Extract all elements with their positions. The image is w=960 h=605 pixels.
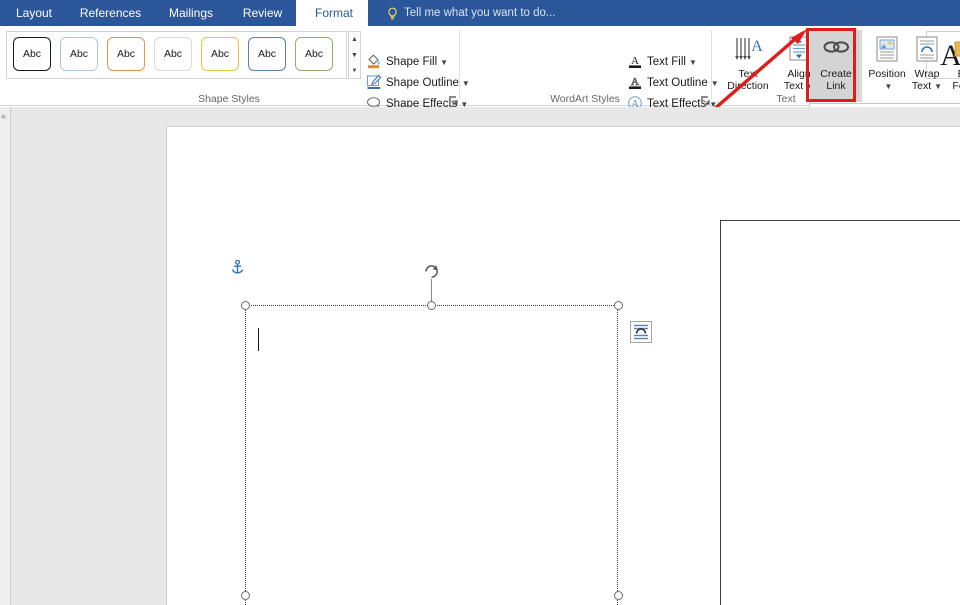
- text-fill-icon: A: [627, 53, 643, 69]
- handle-top-center[interactable]: [427, 301, 436, 310]
- text-direction-label: Text Direction: [727, 68, 769, 92]
- tab-layout[interactable]: Layout: [0, 0, 68, 26]
- wrap-text-icon: [911, 34, 943, 66]
- bring-forward-button[interactable]: Brin Forwa: [943, 30, 960, 102]
- text-direction-icon: A: [732, 34, 764, 66]
- shape-gallery-scrollbar[interactable]: ▲ ▼ ▼: [348, 31, 361, 79]
- text-outline-label: Text Outline: [647, 77, 708, 89]
- tell-me-search[interactable]: Tell me what you want to do...: [386, 0, 556, 26]
- object-anchor-icon: [231, 259, 244, 275]
- wordart-styles-dialog-launcher[interactable]: [700, 93, 711, 105]
- create-link-label: Create Link: [820, 68, 852, 92]
- chain-link-icon: [820, 34, 852, 66]
- position-icon: [871, 34, 903, 66]
- bring-forward-icon: [951, 34, 960, 66]
- shape-style-3[interactable]: Abc: [154, 37, 192, 71]
- document-page[interactable]: [167, 127, 960, 605]
- rotate-handle[interactable]: [423, 262, 440, 279]
- group-text: A Text Direction Align Text Create Link …: [712, 26, 862, 106]
- tab-references[interactable]: References: [68, 0, 153, 26]
- tab-format-active[interactable]: Format: [300, 0, 368, 26]
- pen-outline-icon: [366, 74, 382, 90]
- text-fill-button[interactable]: A Text Fill ▼: [627, 52, 697, 72]
- collapse-pane-chevron-icon[interactable]: «: [1, 111, 6, 121]
- wrap-text-caret-icon[interactable]: ▼: [934, 82, 942, 91]
- word-window: Layout References Mailings Review View F…: [0, 0, 960, 605]
- shape-style-5[interactable]: Abc: [248, 37, 286, 71]
- shape-style-4[interactable]: Abc: [201, 37, 239, 71]
- group-label-shape-styles: Shape Styles: [198, 93, 260, 105]
- shape-fill-label: Shape Fill: [386, 56, 438, 68]
- text-direction-button[interactable]: A Text Direction: [724, 30, 772, 102]
- group-label-wordart-styles: WordArt Styles: [550, 93, 620, 105]
- handle-top-left[interactable]: [241, 301, 250, 310]
- tab-review[interactable]: Review: [229, 0, 296, 26]
- left-rail: «: [0, 107, 11, 605]
- text-insertion-caret: [258, 328, 259, 351]
- text-outline-button[interactable]: A Text Outline ▼: [627, 73, 719, 93]
- svg-text:A: A: [631, 55, 639, 67]
- text-fill-caret-icon[interactable]: ▼: [689, 58, 697, 67]
- ribbon: Abc Abc Abc Abc Abc Abc Abc ▲ ▼ ▼ Shape …: [0, 26, 960, 110]
- text-fill-label: Text Fill: [647, 56, 686, 68]
- tell-me-label: Tell me what you want to do...: [404, 7, 556, 19]
- second-text-box[interactable]: [720, 220, 960, 605]
- position-caret-icon[interactable]: ▼: [885, 82, 893, 91]
- svg-text:A: A: [631, 76, 639, 88]
- shape-style-0[interactable]: Abc: [13, 37, 51, 71]
- shape-style-2[interactable]: Abc: [107, 37, 145, 71]
- tab-mailings[interactable]: Mailings: [153, 0, 229, 26]
- handle-top-right[interactable]: [614, 301, 623, 310]
- selected-text-box[interactable]: [245, 305, 618, 605]
- paint-bucket-icon: [366, 53, 382, 69]
- shape-gallery-scroll-up-icon[interactable]: ▲: [349, 32, 360, 47]
- shape-gallery-scroll-down-icon[interactable]: ▼: [349, 48, 360, 63]
- svg-text:A: A: [751, 38, 763, 55]
- handle-middle-right[interactable]: [614, 591, 623, 600]
- text-outline-icon: A: [627, 74, 643, 90]
- shape-styles-gallery[interactable]: Abc Abc Abc Abc Abc Abc Abc: [6, 31, 347, 79]
- layout-options-button[interactable]: [630, 321, 652, 343]
- handle-middle-left[interactable]: [241, 591, 250, 600]
- group-shape-styles: Abc Abc Abc Abc Abc Abc Abc ▲ ▼ ▼ Shape …: [0, 26, 470, 110]
- group-arrange: Position ▼ Wrap Text ▼ F: [861, 26, 960, 106]
- shape-fill-caret-icon[interactable]: ▼: [440, 58, 448, 67]
- ribbon-tab-strip: Layout References Mailings Review View F…: [0, 0, 960, 26]
- shape-styles-dialog-launcher[interactable]: [448, 93, 459, 105]
- create-link-button[interactable]: Create Link: [810, 30, 862, 102]
- shape-outline-button[interactable]: Shape Outline ▼: [366, 73, 470, 93]
- shape-gallery-more-icon[interactable]: ▼: [349, 64, 360, 79]
- shape-fill-button[interactable]: Shape Fill ▼: [366, 52, 448, 72]
- shape-style-6[interactable]: Abc: [295, 37, 333, 71]
- group-wordart-styles: A A A ▲ ▼ ▼ A Text Fill▼: [460, 26, 960, 110]
- shape-outline-label: Shape Outline: [386, 77, 459, 89]
- shape-style-1[interactable]: Abc: [60, 37, 98, 71]
- document-area: «: [0, 107, 960, 605]
- lightbulb-icon: [386, 5, 399, 20]
- bring-forward-label: Brin Forwa: [952, 68, 960, 92]
